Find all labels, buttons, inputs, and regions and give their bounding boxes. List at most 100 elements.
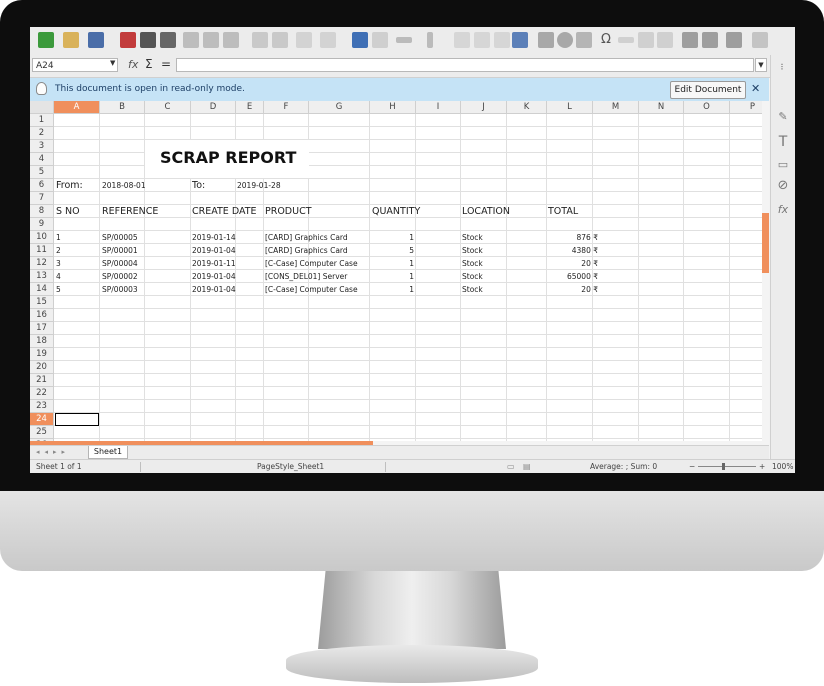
header-footer-icon[interactable] xyxy=(657,32,673,48)
undo-icon[interactable] xyxy=(296,32,312,48)
tab-sheet1[interactable]: Sheet1 xyxy=(88,446,128,459)
sno-cell[interactable]: 1 xyxy=(56,231,61,244)
column-header-j[interactable]: J xyxy=(461,101,507,114)
styles-icon[interactable]: T xyxy=(776,135,790,149)
export-pdf-icon[interactable] xyxy=(120,32,136,48)
split-icon[interactable] xyxy=(726,32,742,48)
row-header-10[interactable]: 10 xyxy=(30,231,54,244)
sidebar-menu-icon[interactable]: ⠇ xyxy=(776,61,790,75)
paste-icon[interactable] xyxy=(223,32,239,48)
sum-icon[interactable]: Σ xyxy=(145,57,153,71)
define-print-area-icon[interactable] xyxy=(682,32,698,48)
select-all-corner[interactable] xyxy=(30,101,54,114)
row-header-21[interactable]: 21 xyxy=(30,374,54,387)
gallery-icon[interactable]: ▭ xyxy=(776,158,790,172)
special-char-icon[interactable]: Ω xyxy=(598,32,614,48)
column-header-b[interactable]: B xyxy=(100,101,145,114)
row-header-14[interactable]: 14 xyxy=(30,283,54,296)
column-header-o[interactable]: O xyxy=(684,101,730,114)
row-header-24[interactable]: 24 xyxy=(30,413,54,426)
row-header-16[interactable]: 16 xyxy=(30,309,54,322)
row-header-19[interactable]: 19 xyxy=(30,348,54,361)
column-icon[interactable] xyxy=(427,32,433,48)
image-icon[interactable] xyxy=(538,32,554,48)
redo-icon[interactable] xyxy=(320,32,336,48)
zoom-slider-knob[interactable] xyxy=(722,463,725,470)
edit-document-button[interactable]: Edit Document xyxy=(670,81,746,99)
print-preview-icon[interactable] xyxy=(160,32,176,48)
row-header-5[interactable]: 5 xyxy=(30,166,54,179)
comment-icon[interactable] xyxy=(638,32,654,48)
column-header-m[interactable]: M xyxy=(593,101,639,114)
close-infobar-icon[interactable]: ✕ xyxy=(751,82,760,95)
row-header-2[interactable]: 2 xyxy=(30,127,54,140)
navigator-icon[interactable]: ⊘ xyxy=(776,179,790,193)
date-cell[interactable]: 2019-01-04 xyxy=(192,270,236,283)
sno-cell[interactable]: 4 xyxy=(56,270,61,283)
row-header-9[interactable]: 9 xyxy=(30,218,54,231)
sno-cell[interactable]: 3 xyxy=(56,257,61,270)
sheet-nav-arrows-icon[interactable]: ◂◂▸▸ xyxy=(36,448,70,456)
product-cell[interactable]: [C-Case] Computer Case xyxy=(265,283,358,296)
column-header-c[interactable]: C xyxy=(145,101,191,114)
column-header-a[interactable]: A xyxy=(54,101,100,114)
print-icon[interactable] xyxy=(140,32,156,48)
product-cell[interactable]: [C-Case] Computer Case xyxy=(265,257,358,270)
date-cell[interactable]: 2019-01-04 xyxy=(192,283,236,296)
column-header-e[interactable]: E xyxy=(236,101,264,114)
sort-asc-icon[interactable] xyxy=(454,32,470,48)
open-icon[interactable] xyxy=(63,32,79,48)
vertical-scroll-thumb[interactable] xyxy=(762,213,769,273)
sno-cell[interactable]: 2 xyxy=(56,244,61,257)
formula-input[interactable] xyxy=(176,58,754,72)
row-header-6[interactable]: 6 xyxy=(30,179,54,192)
row-header-13[interactable]: 13 xyxy=(30,270,54,283)
reference-cell[interactable]: SP/00002 xyxy=(102,270,138,283)
zoom-out-button[interactable]: − xyxy=(689,460,695,473)
name-box-dropdown-icon[interactable]: ▼ xyxy=(110,59,115,67)
row-header-11[interactable]: 11 xyxy=(30,244,54,257)
column-header-f[interactable]: F xyxy=(264,101,309,114)
reference-cell[interactable]: SP/00004 xyxy=(102,257,138,270)
location-cell[interactable]: Stock xyxy=(462,283,483,296)
reference-cell[interactable]: SP/00005 xyxy=(102,231,138,244)
row-header-17[interactable]: 17 xyxy=(30,322,54,335)
location-cell[interactable]: Stock xyxy=(462,231,483,244)
total-cell[interactable]: 876 ₹ xyxy=(550,231,598,244)
save-icon[interactable] xyxy=(88,32,104,48)
row-header-12[interactable]: 12 xyxy=(30,257,54,270)
copy-icon[interactable] xyxy=(203,32,219,48)
link-icon[interactable] xyxy=(618,37,634,43)
date-cell[interactable]: 2019-01-14 xyxy=(192,231,236,244)
date-cell[interactable]: 2019-01-11 xyxy=(192,257,236,270)
total-cell[interactable]: 65000 ₹ xyxy=(550,270,598,283)
quantity-cell[interactable]: 1 xyxy=(371,270,414,283)
location-cell[interactable]: Stock xyxy=(462,244,483,257)
product-cell[interactable]: [CARD] Graphics Card xyxy=(265,231,348,244)
row-icon[interactable] xyxy=(396,37,412,43)
row-header-23[interactable]: 23 xyxy=(30,400,54,413)
spreadsheet-grid[interactable]: A B C D E F G H I J K L M N O P 1 2 3 4 5 6 7 8 9 10 11 12 13 14 15 16 1… xyxy=(30,101,769,442)
column-header-h[interactable]: H xyxy=(370,101,416,114)
column-header-l[interactable]: L xyxy=(547,101,593,114)
clear-format-icon[interactable] xyxy=(272,32,288,48)
location-cell[interactable]: Stock xyxy=(462,257,483,270)
sort-desc-icon[interactable] xyxy=(474,32,490,48)
zoom-slider[interactable] xyxy=(698,466,756,467)
product-cell[interactable]: [CARD] Graphics Card xyxy=(265,244,348,257)
clone-icon[interactable] xyxy=(252,32,268,48)
quantity-cell[interactable]: 1 xyxy=(371,283,414,296)
column-header-g[interactable]: G xyxy=(309,101,370,114)
filter-icon[interactable] xyxy=(512,32,528,48)
spelling-icon[interactable] xyxy=(372,32,388,48)
quantity-cell[interactable]: 1 xyxy=(371,257,414,270)
row-header-8[interactable]: 8 xyxy=(30,205,54,218)
row-header-25[interactable]: 25 xyxy=(30,426,54,439)
new-icon[interactable] xyxy=(38,32,54,48)
expand-formula-icon[interactable]: ▼ xyxy=(755,58,767,72)
row-header-3[interactable]: 3 xyxy=(30,140,54,153)
sort-icon[interactable] xyxy=(494,32,510,48)
column-header-k[interactable]: K xyxy=(507,101,547,114)
show-draw-icon[interactable] xyxy=(752,32,768,48)
properties-icon[interactable]: ✎ xyxy=(776,110,790,124)
